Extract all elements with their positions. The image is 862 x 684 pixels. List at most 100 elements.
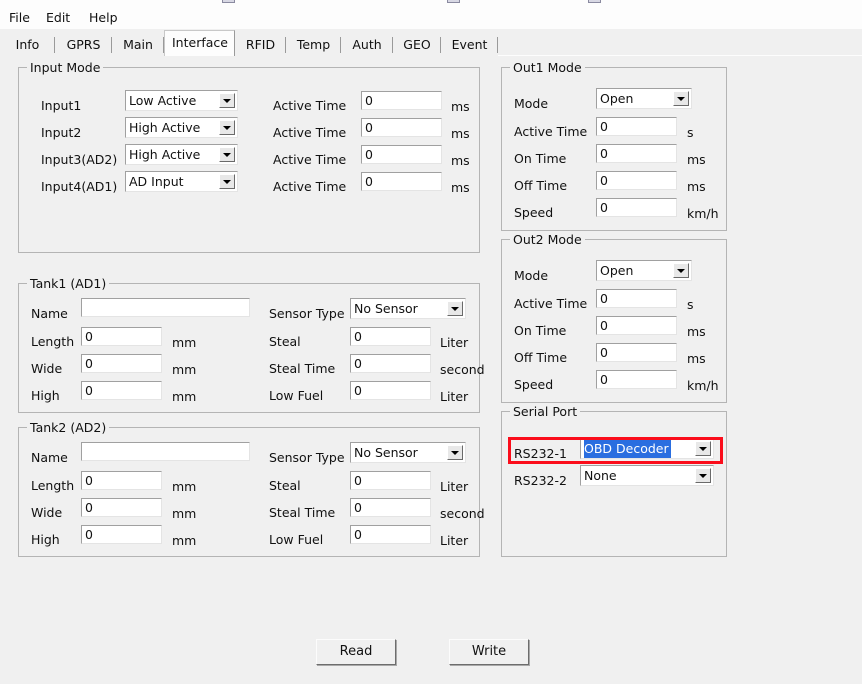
chevron-down-icon[interactable] xyxy=(447,301,463,316)
chevron-down-icon[interactable] xyxy=(673,91,689,106)
input2-mode-select[interactable]: High Active xyxy=(125,117,238,138)
tank2-sensor-type-select[interactable]: No Sensor xyxy=(350,442,466,463)
tank2-steal-input[interactable]: 0 xyxy=(350,471,431,490)
chevron-down-icon[interactable] xyxy=(219,120,235,135)
out1-mode-label: Mode xyxy=(514,96,549,111)
group-out2-mode: Out2 Mode Mode Open Active Time 0 s On T… xyxy=(501,232,727,403)
interface-tab-panel: Input Mode Input1 Low Active Active Time… xyxy=(0,56,862,684)
tank1-steal-input[interactable]: 0 xyxy=(350,327,431,346)
tank2-low-fuel-label: Low Fuel xyxy=(269,532,324,547)
input3-active-time-input[interactable]: 0 xyxy=(361,145,442,164)
rs232-2-select[interactable]: None xyxy=(580,465,714,486)
out2-off-time-unit: ms xyxy=(687,351,706,366)
tank2-steal-time-unit: second xyxy=(440,506,485,521)
tab-gprs[interactable]: GPRS xyxy=(55,35,112,56)
chevron-down-icon[interactable] xyxy=(219,93,235,108)
out1-on-time-unit: ms xyxy=(687,152,706,167)
write-button[interactable]: Write xyxy=(449,639,529,665)
tank1-high-input[interactable]: 0 xyxy=(81,381,162,400)
tank1-low-fuel-unit: Liter xyxy=(440,389,469,404)
input3-label: Input3(AD2) xyxy=(41,152,118,167)
tab-interface[interactable]: Interface xyxy=(164,30,235,56)
tank1-wide-input[interactable]: 0 xyxy=(81,354,162,373)
out1-active-time-label: Active Time xyxy=(514,124,588,139)
tank1-steal-time-label: Steal Time xyxy=(269,361,336,376)
input2-active-time-input[interactable]: 0 xyxy=(361,118,442,137)
chevron-down-icon[interactable] xyxy=(673,263,689,278)
tank2-low-fuel-input[interactable]: 0 xyxy=(350,525,431,544)
menu-item-help[interactable]: Help xyxy=(84,9,123,26)
tank2-steal-time-input[interactable]: 0 xyxy=(350,498,431,517)
chevron-down-icon[interactable] xyxy=(695,468,711,483)
input2-mode-value: High Active xyxy=(129,120,201,135)
out1-off-time-input[interactable]: 0 xyxy=(596,171,677,190)
chevron-down-icon[interactable] xyxy=(695,441,711,456)
tank1-steal-unit: Liter xyxy=(440,335,469,350)
window-maximize-button[interactable] xyxy=(447,0,460,3)
input4-active-time-label: Active Time xyxy=(273,179,347,194)
input4-mode-select[interactable]: AD Input xyxy=(125,171,238,192)
input4-active-time-input[interactable]: 0 xyxy=(361,172,442,191)
input1-mode-select[interactable]: Low Active xyxy=(125,90,238,111)
tab-strip: Info GPRS Main Interface RFID Temp Auth … xyxy=(0,30,862,56)
tank2-high-input[interactable]: 0 xyxy=(81,525,162,544)
input3-mode-select[interactable]: High Active xyxy=(125,144,238,165)
chevron-down-icon[interactable] xyxy=(219,174,235,189)
tab-separator xyxy=(497,37,498,53)
input1-active-time-input[interactable]: 0 xyxy=(361,91,442,110)
tank1-length-input[interactable]: 0 xyxy=(81,327,162,346)
tank2-wide-input[interactable]: 0 xyxy=(81,498,162,517)
out1-on-time-input[interactable]: 0 xyxy=(596,144,677,163)
out2-speed-input[interactable]: 0 xyxy=(596,370,677,389)
tab-auth[interactable]: Auth xyxy=(341,35,393,56)
group-serial-port: Serial Port RS232-1 OBD Decoder RS232-2 … xyxy=(501,404,727,557)
tab-event-label: Event xyxy=(451,37,488,52)
out1-mode-select[interactable]: Open xyxy=(596,88,692,109)
tank1-steal-time-input[interactable]: 0 xyxy=(350,354,431,373)
tank2-sensor-type-label: Sensor Type xyxy=(269,450,345,465)
rs232-1-select[interactable]: OBD Decoder xyxy=(580,438,714,459)
tank2-steal-unit: Liter xyxy=(440,479,469,494)
tank1-sensor-type-label: Sensor Type xyxy=(269,306,345,321)
out2-on-time-unit: ms xyxy=(687,324,706,339)
out2-mode-label: Mode xyxy=(514,268,549,283)
input4-mode-value: AD Input xyxy=(129,174,184,189)
tank1-name-input[interactable] xyxy=(81,298,250,317)
rs232-1-label: RS232-1 xyxy=(514,446,567,461)
tank2-name-input[interactable] xyxy=(81,442,250,461)
group-tank1-title: Tank1 (AD1) xyxy=(27,276,110,291)
input3-mode-value: High Active xyxy=(129,147,201,162)
out1-active-time-input[interactable]: 0 xyxy=(596,117,677,136)
chevron-down-icon[interactable] xyxy=(447,445,463,460)
out2-mode-select[interactable]: Open xyxy=(596,260,692,281)
group-tank2: Tank2 (AD2) Name Sensor Type No Sensor L… xyxy=(18,420,485,557)
tab-interface-label: Interface xyxy=(172,35,228,50)
tab-main[interactable]: Main xyxy=(112,35,164,56)
menu-item-edit[interactable]: Edit xyxy=(41,9,75,26)
window-minimize-button[interactable] xyxy=(222,0,235,3)
input2-active-time-unit: ms xyxy=(451,126,470,141)
out2-active-time-unit: s xyxy=(687,297,694,312)
tab-auth-label: Auth xyxy=(352,37,382,52)
tank1-low-fuel-input[interactable]: 0 xyxy=(350,381,431,400)
tab-geo[interactable]: GEO xyxy=(393,35,441,56)
tank1-sensor-type-select[interactable]: No Sensor xyxy=(350,298,466,319)
out1-speed-input[interactable]: 0 xyxy=(596,198,677,217)
read-button[interactable]: Read xyxy=(316,639,396,665)
tank2-length-input[interactable]: 0 xyxy=(81,471,162,490)
tab-event[interactable]: Event xyxy=(441,35,498,56)
out2-off-time-input[interactable]: 0 xyxy=(596,343,677,362)
out2-active-time-input[interactable]: 0 xyxy=(596,289,677,308)
tab-temp[interactable]: Temp xyxy=(286,35,341,56)
tank2-steal-label: Steal xyxy=(269,478,301,493)
tab-temp-label: Temp xyxy=(296,37,331,52)
tab-main-label: Main xyxy=(123,37,153,52)
window-close-button[interactable] xyxy=(588,0,601,3)
chevron-down-icon[interactable] xyxy=(219,147,235,162)
tab-info[interactable]: Info xyxy=(0,35,55,56)
menu-item-file[interactable]: File xyxy=(4,9,35,26)
tab-rfid[interactable]: RFID xyxy=(235,35,286,56)
input1-mode-value: Low Active xyxy=(129,93,197,108)
group-serial-port-title: Serial Port xyxy=(510,404,581,419)
out2-on-time-input[interactable]: 0 xyxy=(596,316,677,335)
